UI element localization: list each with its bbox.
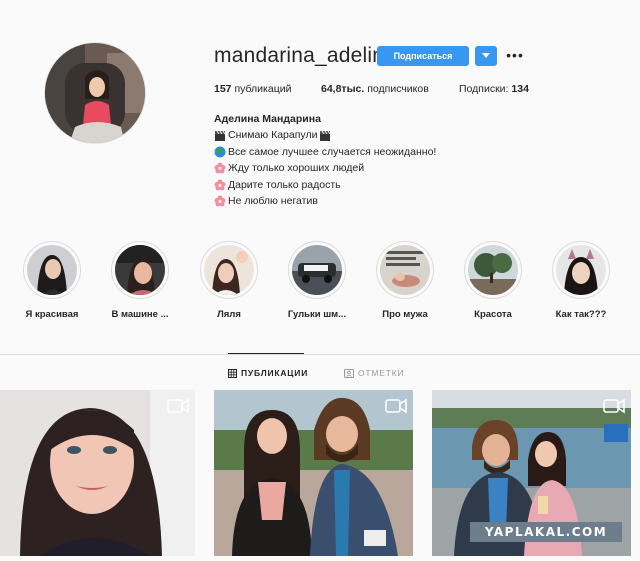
- bio-text: Не люблю негатив: [228, 195, 318, 208]
- highlight-ring: [200, 241, 258, 299]
- highlight-label: Гульки шм...: [287, 309, 347, 320]
- highlight-item[interactable]: Про мужа: [365, 241, 445, 320]
- highlight-ring: [464, 241, 522, 299]
- more-icon: •••: [506, 47, 524, 63]
- highlight-ring: [111, 241, 169, 299]
- follow-dropdown-button[interactable]: [475, 46, 497, 66]
- profile-bio: Аделина Мандарина Снимаю Карапули Все са…: [214, 111, 436, 209]
- video-icon: [385, 398, 407, 414]
- posts-label: публикаций: [234, 83, 292, 95]
- followers-label: подписчиков: [367, 83, 429, 95]
- highlight-cover: [115, 245, 165, 295]
- bio-line: Жду только хороших людей: [214, 160, 436, 176]
- chevron-down-icon: [482, 53, 490, 58]
- highlight-ring: [23, 241, 81, 299]
- post-thumbnail[interactable]: [214, 390, 413, 556]
- grid-icon: [228, 368, 237, 378]
- clapperboard-icon: [215, 130, 226, 141]
- highlight-label: Я красивая: [25, 309, 79, 320]
- video-icon: [167, 398, 189, 414]
- bio-line: Все самое лучшее случается неожиданно!: [214, 144, 436, 160]
- active-tab-indicator: [228, 353, 304, 354]
- bio-text: Дарите только радость: [228, 178, 341, 191]
- flower-icon: [214, 162, 226, 174]
- bio-text: Снимаю Карапули: [228, 129, 318, 142]
- highlight-item[interactable]: Я красивая: [12, 241, 92, 320]
- followers-count: 64,8тыс.: [321, 83, 365, 95]
- tab-tagged[interactable]: ОТМЕТКИ: [344, 368, 404, 378]
- highlight-ring: [288, 241, 346, 299]
- tabs-divider: [0, 354, 640, 355]
- bio-line: Дарите только радость: [214, 177, 436, 193]
- bio-text: Жду только хороших людей: [228, 162, 365, 175]
- highlight-item[interactable]: Ляля: [189, 241, 269, 320]
- highlight-item[interactable]: Красота: [453, 241, 533, 320]
- following-label: Подписки:: [459, 83, 509, 95]
- flower-icon: [214, 179, 226, 191]
- follow-button[interactable]: Подписаться: [377, 46, 469, 66]
- followers-stat[interactable]: 64,8тыс. подписчиков: [321, 83, 429, 95]
- profile-username: mandarina_adelina: [214, 44, 397, 67]
- highlight-cover: [556, 245, 606, 295]
- video-icon: [603, 398, 625, 414]
- highlight-cover: [468, 245, 518, 295]
- tab-posts[interactable]: ПУБЛИКАЦИИ: [228, 368, 308, 378]
- profile-avatar[interactable]: [44, 42, 146, 144]
- posts-count: 157: [214, 83, 232, 95]
- highlight-label: В машине ...: [111, 309, 169, 320]
- tag-person-icon: [344, 368, 354, 378]
- highlight-item[interactable]: Гульки шм...: [277, 241, 357, 320]
- clapperboard-icon: [320, 130, 331, 141]
- highlight-label: Красота: [474, 309, 512, 320]
- story-highlights: Я красивая В машине ... Ляля Гульки шм..…: [0, 241, 640, 321]
- more-options-button[interactable]: •••: [506, 46, 524, 64]
- highlight-cover: [380, 245, 430, 295]
- bio-line: Снимаю Карапули: [214, 127, 436, 143]
- globe-icon: [214, 146, 226, 158]
- following-count: 134: [511, 83, 529, 95]
- posts-stat: 157 публикаций: [214, 83, 291, 95]
- profile-full-name: Аделина Мандарина: [214, 113, 321, 125]
- bio-text: Все самое лучшее случается неожиданно!: [228, 145, 437, 158]
- highlight-cover: [204, 245, 254, 295]
- flower-icon: [214, 195, 226, 207]
- highlight-label: Ляля: [217, 309, 241, 320]
- highlight-label: Про мужа: [382, 309, 428, 320]
- highlight-cover: [292, 245, 342, 295]
- highlight-label: Как так???: [555, 309, 607, 320]
- highlight-ring: [552, 241, 610, 299]
- highlight-ring: [376, 241, 434, 299]
- bio-line: Не люблю негатив: [214, 193, 436, 209]
- highlight-item[interactable]: В машине ...: [100, 241, 180, 320]
- tab-posts-label: ПУБЛИКАЦИИ: [241, 368, 309, 378]
- highlight-item[interactable]: Как так???: [541, 241, 621, 320]
- watermark: YAPLAKAL.COM: [470, 522, 622, 542]
- post-thumbnail[interactable]: [0, 390, 195, 556]
- highlight-cover: [27, 245, 77, 295]
- tab-tagged-label: ОТМЕТКИ: [358, 368, 405, 378]
- following-stat[interactable]: Подписки: 134: [459, 83, 529, 95]
